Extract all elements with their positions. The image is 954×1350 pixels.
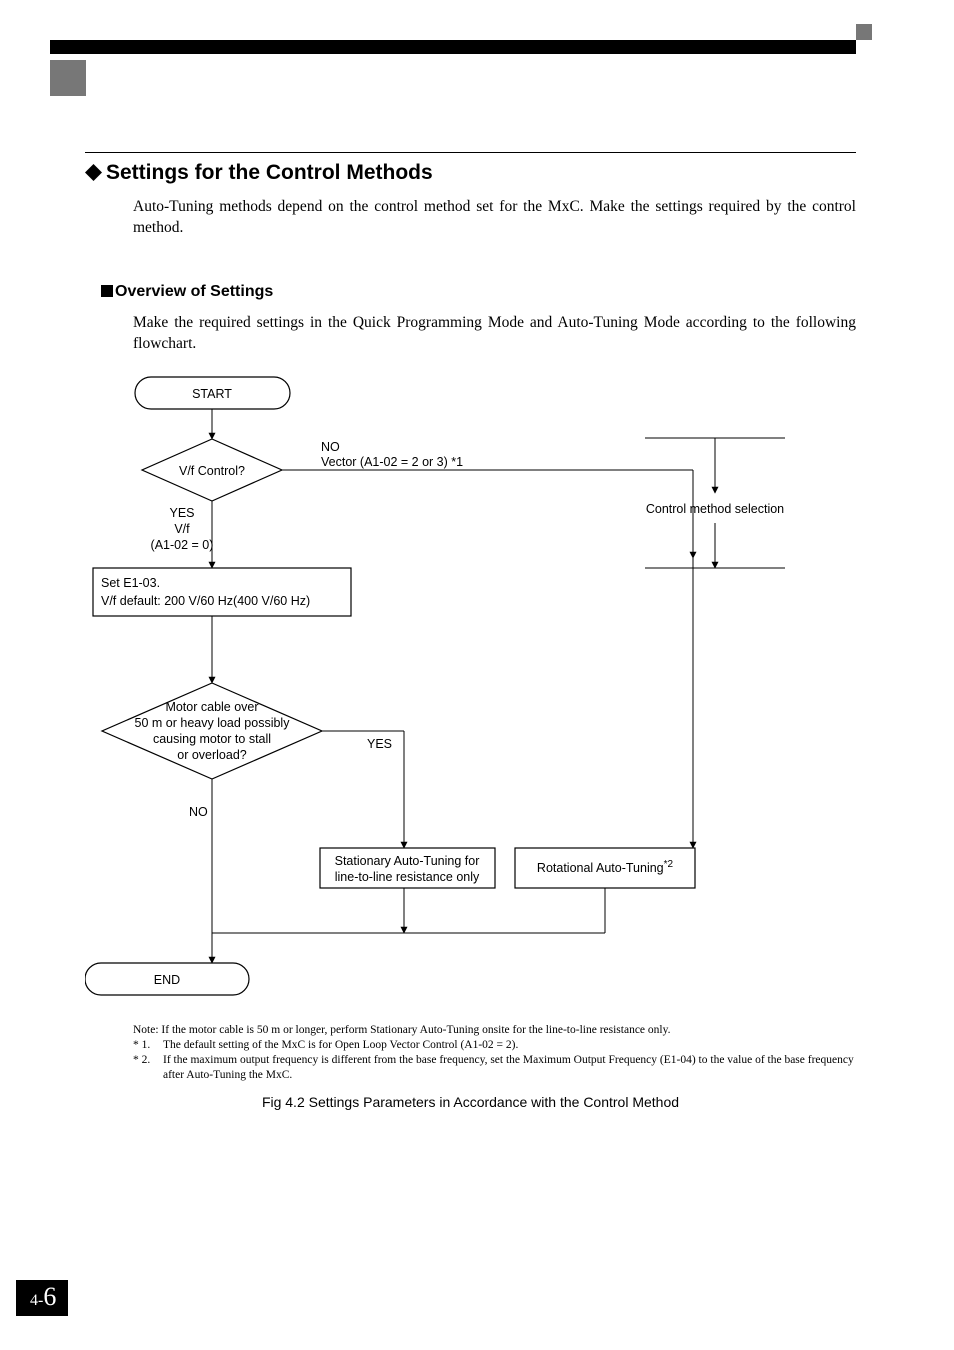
square-bullet-icon [101, 285, 113, 297]
flow-cable-l3: causing motor to stall [153, 732, 271, 746]
section-rule [85, 152, 856, 153]
section-intro: Auto-Tuning methods depend on the contro… [133, 197, 856, 239]
diamond-bullet-icon [85, 164, 102, 181]
corner-marker [856, 24, 872, 40]
flow-vf-yes-d2: (A1-02 = 0) [151, 538, 214, 552]
flow-rot-sup: *2 [664, 859, 673, 870]
flow-e103-l1: Set E1-03. [101, 576, 160, 590]
footnote-2-val: If the maximum output frequency is diffe… [163, 1053, 856, 1083]
flow-rot: Rotational Auto-Tuning*2 [523, 859, 687, 875]
header-rule [50, 40, 856, 54]
flowchart: START V/f Control? NO Vector (A1-02 = 2 … [85, 373, 856, 1017]
flow-vf-yes: YES [169, 506, 194, 520]
section-heading: Settings for the Control Methods [85, 161, 856, 185]
flow-rot-text: Rotational Auto-Tuning [537, 861, 664, 875]
flow-stat-l1: Stationary Auto-Tuning for [335, 854, 480, 868]
figure-caption: Fig 4.2 Settings Parameters in Accordanc… [85, 1094, 856, 1110]
flow-cable-no: NO [189, 805, 208, 819]
page-content: Settings for the Control Methods Auto-Tu… [85, 152, 856, 1110]
page-chapter: 4 [30, 1292, 38, 1309]
page-number: 4-6 [16, 1280, 68, 1316]
footnote-2-key: * 2. [133, 1053, 163, 1083]
subsection-body: Make the required settings in the Quick … [133, 313, 856, 355]
subsection-heading-text: Overview of Settings [115, 283, 273, 300]
flow-cms-label: Control method selection [646, 502, 784, 516]
flow-cable-yes: YES [367, 737, 392, 751]
flow-vf-decision: V/f Control? [179, 464, 245, 478]
flow-end: END [154, 973, 180, 987]
flow-vf-yes-d1: V/f [174, 522, 190, 536]
flow-vf-no-detail: Vector (A1-02 = 2 or 3) *1 [321, 455, 463, 469]
flow-stat-l2: line-to-line resistance only [335, 870, 480, 884]
flow-start: START [192, 387, 232, 401]
side-marker [50, 60, 86, 96]
footnote-1-val: The default setting of the MxC is for Op… [163, 1038, 518, 1053]
section-heading-text: Settings for the Control Methods [106, 161, 433, 184]
footnotes: Note: If the motor cable is 50 m or long… [133, 1023, 856, 1083]
flow-cable-l4: or overload? [177, 748, 247, 762]
flow-vf-no: NO [321, 440, 340, 454]
footnote-1-key: * 1. [133, 1038, 163, 1053]
flow-cable-l1: Motor cable over [165, 700, 258, 714]
flow-e103-l2: V/f default: 200 V/60 Hz(400 V/60 Hz) [101, 594, 310, 608]
page-page: 6 [43, 1282, 56, 1311]
subsection-heading: Overview of Settings [101, 283, 856, 301]
flow-cable-l2: 50 m or heavy load possibly [135, 716, 291, 730]
footnote-note: Note: If the motor cable is 50 m or long… [133, 1023, 856, 1038]
